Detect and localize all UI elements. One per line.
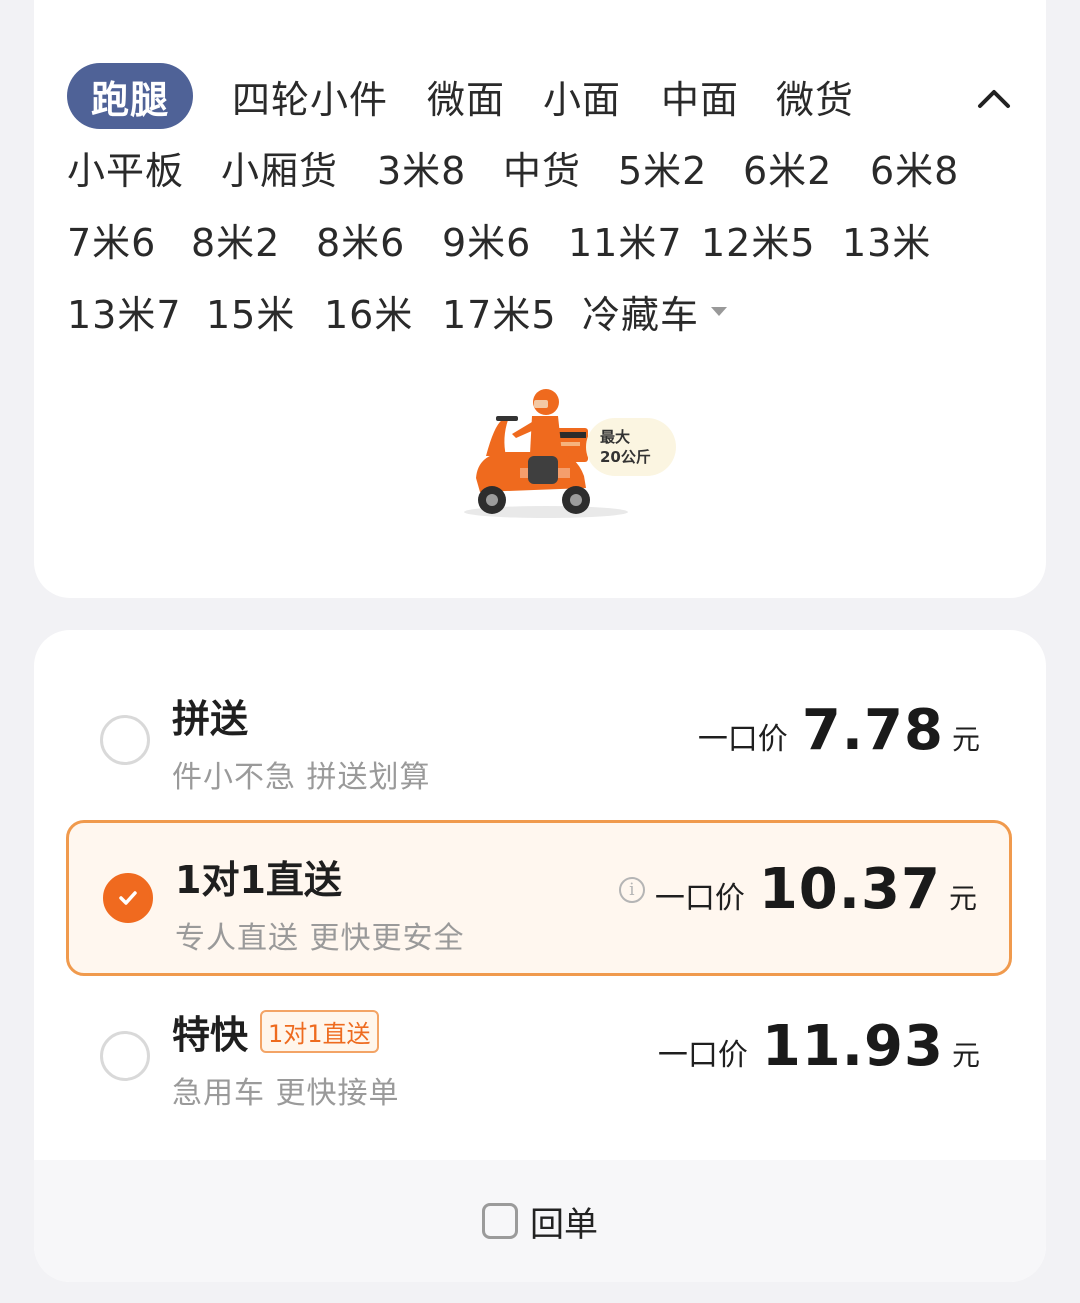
chevron-up-icon[interactable] (974, 78, 1014, 118)
vehicle-chip-12m5[interactable]: 12米5 (701, 206, 816, 272)
vehicle-chip-7m6[interactable]: 7米6 (67, 206, 156, 272)
vehicle-chip-3m8[interactable]: 3米8 (377, 134, 466, 200)
delivery-options-card: 拼送 件小不急 拼送划算 一口价 7.78 元 1对1直送 专人直送 更快更安全… (34, 630, 1046, 1282)
option-price: i 一口价 10.37 元 (618, 857, 977, 922)
option-title: 1对1直送 (175, 858, 342, 902)
vehicle-chip-15m[interactable]: 15米 (206, 278, 295, 344)
return-receipt-checkbox[interactable] (482, 1203, 518, 1239)
price-unit: 元 (948, 882, 977, 915)
vehicle-chip-medium-van[interactable]: 中面 (661, 63, 739, 129)
option-direct-delivery[interactable]: 1对1直送 专人直送 更快更安全 i 一口价 10.37 元 (66, 820, 1012, 976)
option-express[interactable]: 特快 1对1直送 急用车 更快接单 一口价 11.93 元 (66, 978, 1012, 1134)
vehicle-chip-refrigerated-label: 冷藏车 (582, 292, 700, 337)
info-icon[interactable]: i (618, 876, 645, 903)
price-value: 11.93 (761, 1014, 944, 1079)
price-unit: 元 (951, 1039, 980, 1072)
radio-unchecked[interactable] (100, 1031, 150, 1081)
return-receipt-bar: 回单 (34, 1160, 1046, 1282)
option-shared-delivery[interactable]: 拼送 件小不急 拼送划算 一口价 7.78 元 (66, 662, 1012, 818)
vehicle-chip-6m8[interactable]: 6米8 (870, 134, 959, 200)
price-label: 一口价 (654, 881, 745, 916)
vehicle-chip-four-wheel-small[interactable]: 四轮小件 (232, 63, 388, 129)
price-label: 一口价 (657, 1038, 748, 1073)
price-value: 10.37 (758, 857, 941, 922)
return-receipt-label[interactable]: 回单 (530, 1197, 598, 1246)
vehicle-chip-8m6[interactable]: 8米6 (316, 206, 405, 272)
radio-checked[interactable] (103, 873, 153, 923)
vehicle-chip-small-box-truck[interactable]: 小厢货 (221, 134, 338, 200)
vehicle-chip-5m2[interactable]: 5米2 (618, 134, 707, 200)
option-subtitle: 专人直送 更快更安全 (175, 921, 465, 956)
vehicle-chip-small-flatbed[interactable]: 小平板 (67, 134, 184, 200)
vehicle-type-card: 跑腿 四轮小件 微面 小面 中面 微货 小平板 小厢货 3米8 中货 5米2 6… (34, 0, 1046, 598)
capacity-value: 20公斤 (600, 448, 651, 466)
direct-delivery-tag: 1对1直送 (260, 1010, 379, 1053)
vehicle-chip-micro-van[interactable]: 微面 (427, 63, 505, 129)
option-title: 特快 1对1直送 (172, 1004, 379, 1059)
capacity-label: 最大 (600, 428, 631, 446)
option-title: 拼送 (172, 697, 249, 741)
vehicle-chip-13m7[interactable]: 13米7 (67, 278, 182, 344)
price-label: 一口价 (697, 722, 788, 757)
vehicle-chip-medium-truck[interactable]: 中货 (503, 134, 581, 200)
radio-unchecked[interactable] (100, 715, 150, 765)
option-subtitle: 急用车 更快接单 (172, 1076, 400, 1111)
capacity-badge: 最大 20公斤 (586, 418, 676, 476)
vehicle-chip-6m2[interactable]: 6米2 (743, 134, 832, 200)
vehicle-chip-11m7[interactable]: 11米7 (568, 206, 683, 272)
price-unit: 元 (951, 723, 980, 756)
option-price: 一口价 7.78 元 (698, 698, 980, 763)
vehicle-chip-9m6[interactable]: 9米6 (442, 206, 531, 272)
vehicle-chip-13m[interactable]: 13米 (842, 206, 931, 272)
vehicle-chip-micro-truck[interactable]: 微货 (776, 63, 854, 129)
vehicle-chip-errand[interactable]: 跑腿 (67, 63, 193, 129)
caret-down-icon (711, 306, 728, 316)
vehicle-chip-refrigerated[interactable]: 冷藏车 (582, 278, 728, 344)
option-subtitle: 件小不急 拼送划算 (172, 760, 431, 795)
vehicle-chip-17m5[interactable]: 17米5 (442, 278, 557, 344)
option-price: 一口价 11.93 元 (658, 1014, 980, 1079)
vehicle-chip-16m[interactable]: 16米 (324, 278, 413, 344)
vehicle-chip-8m2[interactable]: 8米2 (191, 206, 280, 272)
price-value: 7.78 (801, 698, 944, 763)
checkmark-icon (119, 891, 137, 905)
option-title-text: 特快 (172, 1013, 249, 1057)
vehicle-chip-small-van[interactable]: 小面 (543, 63, 621, 129)
